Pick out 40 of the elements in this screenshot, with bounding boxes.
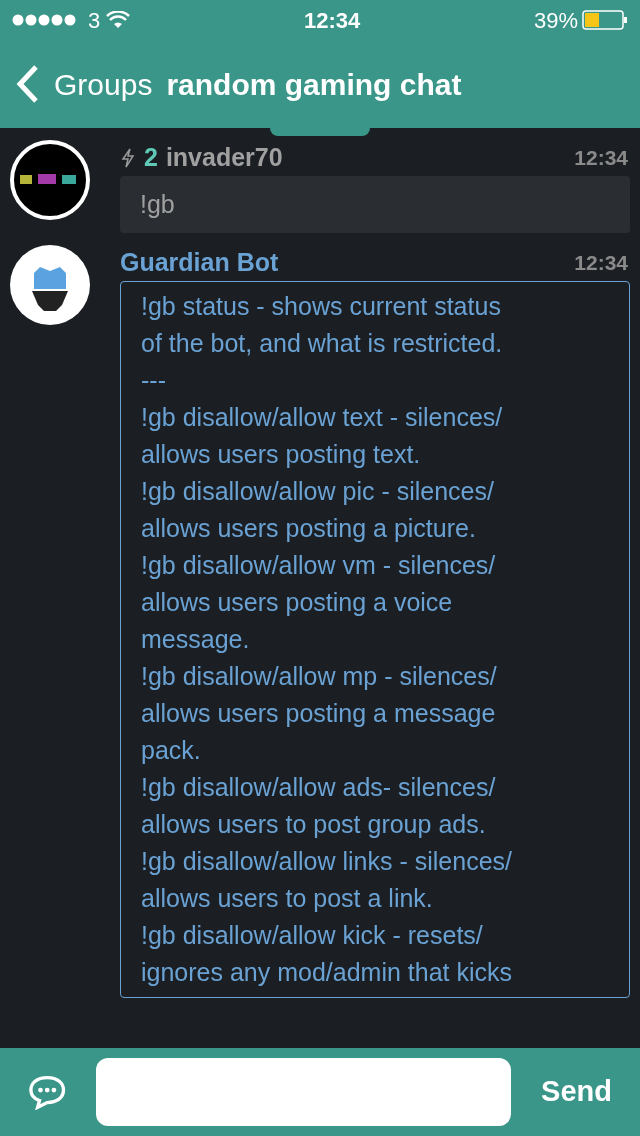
message-text: allows users to post group ads. (141, 809, 487, 840)
message-text: !gb disallow/allow ads- silences/ (141, 772, 497, 803)
chevron-icon (16, 64, 40, 104)
message-text: !gb disallow/allow text - silences/ (141, 402, 504, 433)
message-text: allows users posting a picture. (141, 513, 477, 544)
message-text: !gb disallow/allow vm - silences/ (141, 550, 497, 581)
battery-text: 39% (533, 6, 578, 35)
message-text: !gb disallow/allow mp - silences/ (141, 661, 498, 692)
sender-name: invader70 (165, 142, 283, 174)
avatar-icon (10, 245, 90, 325)
chat-bubble-icon[interactable] (28, 1074, 67, 1110)
message-text: ignores any mod/admin that kicks (141, 957, 513, 988)
pull-handle[interactable] (270, 128, 370, 136)
sender-name: Guardian Bot (120, 247, 279, 279)
message-text: --- (141, 365, 167, 396)
message-text: allows users to post a link. (141, 883, 434, 914)
chat-title: random gaming chat (166, 66, 462, 103)
message-time: 12:34 (574, 145, 629, 172)
message-text: pack. (141, 735, 202, 766)
wifi-icon (106, 11, 131, 29)
message-text: !gb status - shows current status (141, 291, 502, 322)
clock-text: 12:34 (303, 6, 361, 35)
lightning-icon (120, 148, 136, 168)
rank-count: 2 (144, 142, 158, 174)
message-text: !gb disallow/allow links - silences/ (141, 846, 513, 877)
back-button[interactable]: Groups (16, 61, 153, 107)
battery-icon (582, 10, 628, 30)
message-text: !gb disallow/allow kick - resets/ (141, 920, 484, 951)
message-text: of the bot, and what is restricted. (141, 328, 504, 359)
message-text: allows users posting a message (141, 698, 497, 729)
message-input[interactable] (96, 1058, 512, 1126)
message-text: allows users posting text. (141, 439, 422, 470)
send-button[interactable]: Send (541, 1070, 612, 1114)
carrier-text: 3 (88, 6, 101, 35)
message-text: !gb (140, 189, 176, 220)
message-time: 12:34 (574, 250, 629, 277)
message-text: message. (141, 624, 251, 655)
message-text: allows users posting a voice (141, 587, 454, 618)
avatar-icon (10, 140, 90, 220)
message-text: !gb disallow/allow pic - silences/ (141, 476, 495, 507)
